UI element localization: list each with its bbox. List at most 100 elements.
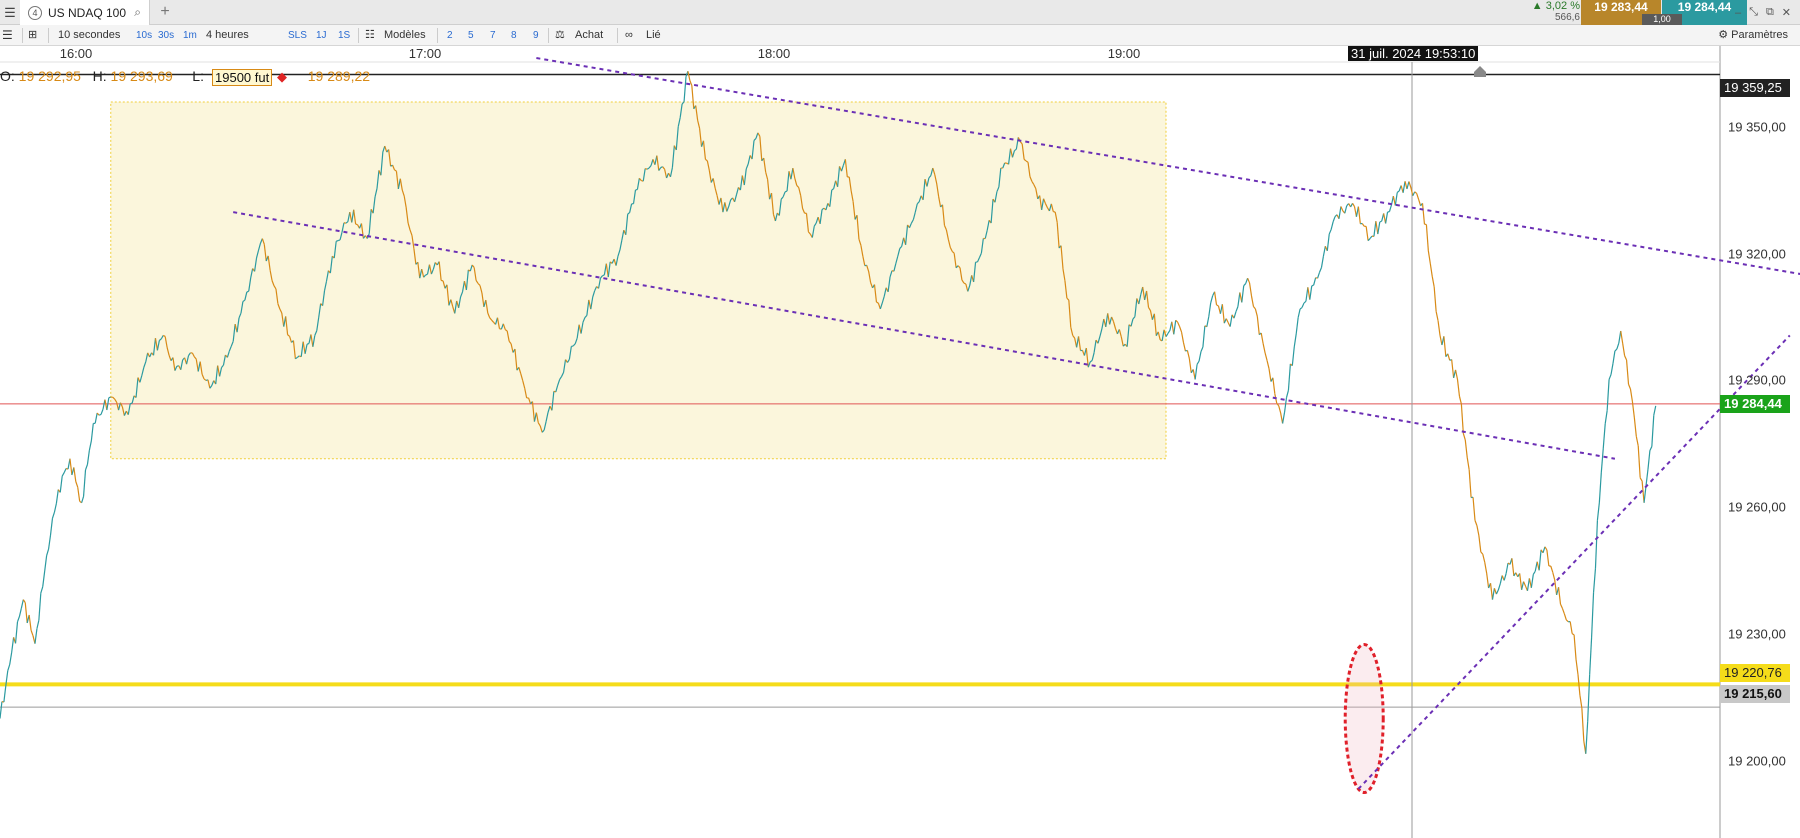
price-segment xyxy=(1210,295,1214,304)
layout-9[interactable]: 9 xyxy=(533,25,539,46)
price-segment xyxy=(1165,333,1169,337)
price-segment xyxy=(1198,351,1202,362)
price-segment xyxy=(14,621,19,644)
price-segment xyxy=(337,239,341,242)
tab-title: US NDAQ 100 xyxy=(48,5,127,20)
layout-7[interactable]: 7 xyxy=(490,25,496,46)
price-segment xyxy=(1641,481,1645,503)
price-segment xyxy=(1519,573,1523,590)
price-segment xyxy=(1476,525,1480,536)
price-segment xyxy=(335,239,339,242)
price-segment xyxy=(11,637,15,653)
minimize-icon[interactable]: – xyxy=(1735,7,1741,19)
popout-icon[interactable]: ⧉ xyxy=(1766,6,1774,19)
add-tab-icon[interactable]: + xyxy=(155,2,175,22)
buy-icon[interactable]: ⚖ xyxy=(555,25,565,46)
price-segment xyxy=(1604,410,1608,424)
layout-5[interactable]: 5 xyxy=(468,25,474,46)
price-segment xyxy=(1338,206,1342,219)
models-icon[interactable]: ☷ xyxy=(365,25,375,46)
price-segment xyxy=(1561,608,1565,615)
models-button[interactable]: Modèles xyxy=(384,25,426,46)
price-segment xyxy=(1352,203,1356,207)
layout-2[interactable]: 2 xyxy=(447,25,453,46)
search-icon[interactable]: ⌕ xyxy=(134,5,141,20)
price-segment xyxy=(1361,223,1365,227)
chart-canvas[interactable] xyxy=(0,46,1800,838)
price-segment xyxy=(1194,364,1198,380)
price-segment xyxy=(1633,417,1637,437)
price-segment xyxy=(46,548,50,556)
price-segment xyxy=(1643,485,1647,503)
low-label: L: xyxy=(192,68,204,84)
close-value: 19 289,22 xyxy=(307,68,371,84)
price-segment xyxy=(1282,412,1286,424)
y-tick-label: 19 350,00 xyxy=(1728,119,1786,135)
hamburger-menu-icon[interactable]: ☰ xyxy=(0,0,20,25)
price-segment xyxy=(1287,363,1291,391)
interval-30s[interactable]: 30s xyxy=(158,25,174,46)
link-icon[interactable]: ∞ xyxy=(625,25,633,46)
alert-marker[interactable]: 19500 fut xyxy=(212,69,273,86)
price-segment xyxy=(36,620,40,629)
interval-select[interactable]: 10 secondes xyxy=(58,25,120,46)
price-segment xyxy=(1523,581,1527,587)
price-segment xyxy=(1406,181,1410,190)
interval-10s[interactable]: 10s xyxy=(136,25,152,46)
price-segment xyxy=(1620,330,1624,344)
price-segment xyxy=(1268,368,1272,382)
price-segment xyxy=(1394,192,1398,206)
price-segment xyxy=(1590,592,1595,638)
price-segment xyxy=(1526,578,1530,591)
interval-1m[interactable]: 1m xyxy=(183,25,197,46)
period-1s[interactable]: 1S xyxy=(338,25,350,46)
price-segment xyxy=(1377,221,1381,235)
price-segment xyxy=(1503,573,1507,581)
price-segment xyxy=(1177,321,1181,327)
restore-icon[interactable]: ⤡ xyxy=(1749,6,1758,19)
period-1j[interactable]: 1J xyxy=(316,25,327,46)
settings-icon: ⚙ xyxy=(1718,29,1732,41)
buy-button[interactable]: Achat xyxy=(575,25,603,46)
tab-us-ndaq-100[interactable]: 4 US NDAQ 100 ⌕ xyxy=(20,0,150,25)
price-segment xyxy=(1495,589,1499,595)
price-segment xyxy=(1200,346,1204,352)
range-select[interactable]: 4 heures xyxy=(206,25,249,46)
price-segment xyxy=(1478,535,1482,552)
price-segment xyxy=(28,614,32,631)
price-segment xyxy=(1594,520,1599,569)
price-segment xyxy=(1388,204,1393,212)
price-segment xyxy=(1318,267,1323,273)
price-segment xyxy=(1532,570,1536,575)
price-segment xyxy=(1252,306,1256,310)
price-segment xyxy=(1254,308,1258,317)
price-segment xyxy=(1585,721,1589,754)
price-chart[interactable]: 16:00 17:00 18:00 19:00 31 juil. 2024 19… xyxy=(0,46,1800,838)
settings-button[interactable]: ⚙ Paramètres xyxy=(1718,25,1788,46)
layout-8[interactable]: 8 xyxy=(511,25,517,46)
price-segment xyxy=(77,487,81,502)
sls-button[interactable]: SLS xyxy=(288,25,307,46)
layout-icon[interactable]: ⊞ xyxy=(28,25,37,46)
price-segment xyxy=(1313,277,1317,286)
current-price-tag: 19 284,44 xyxy=(1720,395,1790,413)
price-segment xyxy=(963,282,967,285)
price-segment xyxy=(1272,377,1276,394)
price-segment xyxy=(1493,588,1497,595)
price-segment xyxy=(1221,304,1225,324)
price-segment xyxy=(306,342,310,345)
price-segment xyxy=(53,503,57,513)
price-segment xyxy=(1344,205,1348,214)
price-segment xyxy=(34,628,38,644)
list-icon[interactable]: ☰ xyxy=(2,25,13,46)
y-tick-label: 19 200,00 xyxy=(1728,753,1786,769)
price-segment xyxy=(1365,226,1369,241)
close-icon[interactable]: ✕ xyxy=(1782,6,1791,19)
price-segment xyxy=(1295,317,1299,334)
x-tick-label: 19:00 xyxy=(1107,46,1141,61)
price-segment xyxy=(1466,457,1470,470)
price-segment xyxy=(90,423,94,441)
linked-button[interactable]: Lié xyxy=(646,25,661,46)
price-segment xyxy=(1625,359,1630,385)
support-price-tag: 19 220,76 xyxy=(1720,664,1790,682)
